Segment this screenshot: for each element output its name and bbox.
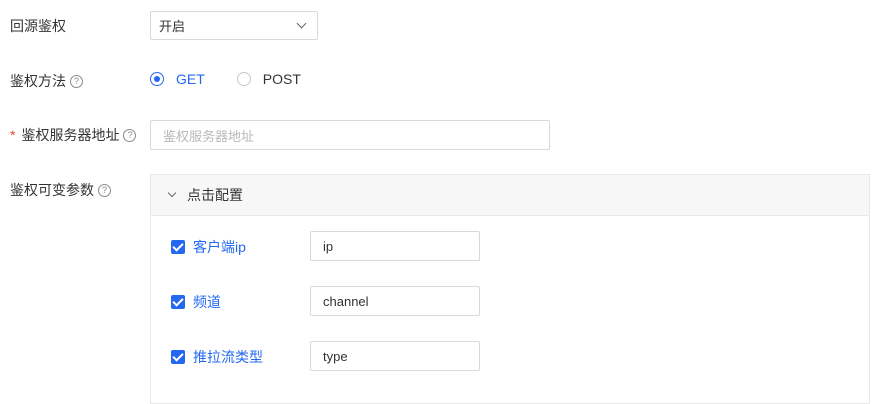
checkbox-channel[interactable] xyxy=(171,295,185,309)
auth-server-input[interactable]: 鉴权服务器地址 xyxy=(150,120,550,150)
back-auth-select-value: 开启 xyxy=(159,19,186,34)
param-label: 客户端ip xyxy=(193,239,246,255)
param-input-value: channel xyxy=(323,293,369,309)
chevron-down-icon xyxy=(296,18,307,29)
panel-title: 点击配置 xyxy=(187,187,243,203)
param-input-value: ip xyxy=(323,238,334,254)
param-input-stream-type[interactable]: type xyxy=(310,341,480,371)
auth-method-label: 鉴权方法 ? xyxy=(10,71,83,91)
param-row-client-ip: 客户端ip xyxy=(171,237,246,257)
auth-params-panel: 点击配置 客户端ip ip 频道 channel 推拉流类型 type xyxy=(150,174,870,404)
help-icon[interactable]: ? xyxy=(98,183,111,197)
checkbox-stream-type[interactable] xyxy=(171,350,185,364)
auth-server-placeholder: 鉴权服务器地址 xyxy=(163,128,255,144)
param-row-channel: 频道 xyxy=(171,292,221,312)
radio-post[interactable]: POST xyxy=(236,71,301,87)
help-icon[interactable]: ? xyxy=(70,74,83,88)
param-label: 推拉流类型 xyxy=(193,349,263,365)
radio-unchecked-icon xyxy=(236,72,251,86)
auth-server-label: * 鉴权服务器地址 ? xyxy=(10,125,137,145)
radio-checked-icon xyxy=(150,72,164,86)
auth-params-label: 鉴权可变参数 ? xyxy=(10,180,111,200)
required-marker: * xyxy=(10,127,16,143)
radio-get[interactable]: GET xyxy=(150,71,205,87)
back-auth-select[interactable]: 开启 xyxy=(150,11,318,40)
param-label: 频道 xyxy=(193,294,221,310)
checkbox-client-ip[interactable] xyxy=(171,240,185,254)
radio-post-label: POST xyxy=(262,71,301,87)
radio-get-label: GET xyxy=(176,71,205,87)
auth-method-radio-group: GET POST xyxy=(150,71,333,87)
param-input-value: type xyxy=(323,348,348,364)
back-auth-label-text: 回源鉴权 xyxy=(10,18,66,34)
param-input-channel[interactable]: channel xyxy=(310,286,480,316)
back-auth-label: 回源鉴权 xyxy=(10,16,66,36)
param-input-client-ip[interactable]: ip xyxy=(310,231,480,261)
auth-server-label-text: 鉴权服务器地址 xyxy=(21,127,120,143)
help-icon[interactable]: ? xyxy=(123,128,137,142)
chevron-down-icon xyxy=(167,188,177,198)
panel-header-toggle[interactable]: 点击配置 xyxy=(151,175,869,216)
param-row-stream-type: 推拉流类型 xyxy=(171,347,263,367)
auth-params-label-text: 鉴权可变参数 xyxy=(10,182,94,198)
auth-method-label-text: 鉴权方法 xyxy=(10,73,66,89)
